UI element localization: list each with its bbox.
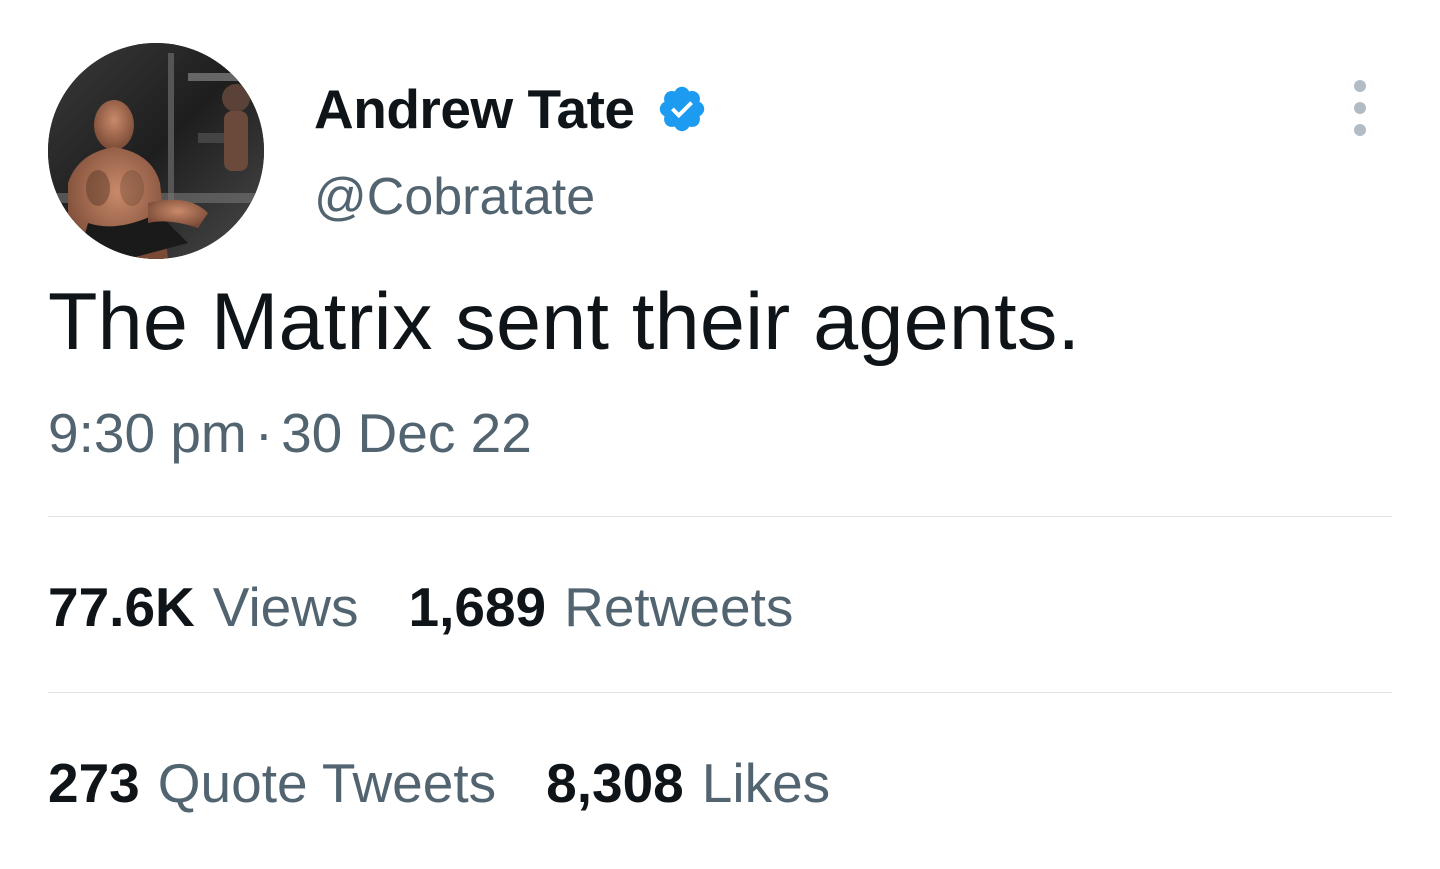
views-label: Views <box>212 576 359 638</box>
tweet-date[interactable]: 30 Dec 22 <box>281 402 532 464</box>
verified-badge-icon <box>656 83 708 135</box>
views-stat[interactable]: 77.6K Views <box>48 574 358 640</box>
tweet-time[interactable]: 9:30 pm <box>48 402 247 464</box>
author-handle[interactable]: @Cobratate <box>314 166 595 228</box>
likes-stat[interactable]: 8,308 Likes <box>546 750 830 816</box>
profile-photo-icon <box>48 43 264 259</box>
more-dot-icon <box>1354 102 1366 114</box>
author-name-row[interactable]: Andrew Tate <box>314 78 708 140</box>
stats-row-top: 77.6K Views 1,689 Retweets <box>48 574 843 640</box>
timestamp-separator: · <box>254 402 274 464</box>
likes-label: Likes <box>701 752 831 814</box>
retweets-label: Retweets <box>564 576 794 638</box>
quote-tweets-stat[interactable]: 273 Quote Tweets <box>48 750 496 816</box>
divider <box>48 516 1392 517</box>
avatar[interactable] <box>48 43 264 259</box>
more-dot-icon <box>1354 124 1366 136</box>
more-options-button[interactable] <box>1340 80 1380 136</box>
more-dot-icon <box>1354 80 1366 92</box>
likes-count: 8,308 <box>546 752 684 814</box>
retweets-count: 1,689 <box>408 576 547 638</box>
quote-tweets-label: Quote Tweets <box>157 752 497 814</box>
tweet-timestamp[interactable]: 9:30 pm · 30 Dec 22 <box>48 400 532 466</box>
divider <box>48 692 1392 693</box>
stats-row-bottom: 273 Quote Tweets 8,308 Likes <box>48 750 880 816</box>
tweet-text: The Matrix sent their agents. <box>48 277 1081 367</box>
quote-tweets-count: 273 <box>48 752 140 814</box>
author-display-name[interactable]: Andrew Tate <box>314 78 635 140</box>
retweets-stat[interactable]: 1,689 Retweets <box>408 574 793 640</box>
views-count: 77.6K <box>48 576 195 638</box>
tweet-card: Andrew Tate @Cobratate The Matrix sent t… <box>0 0 1440 869</box>
